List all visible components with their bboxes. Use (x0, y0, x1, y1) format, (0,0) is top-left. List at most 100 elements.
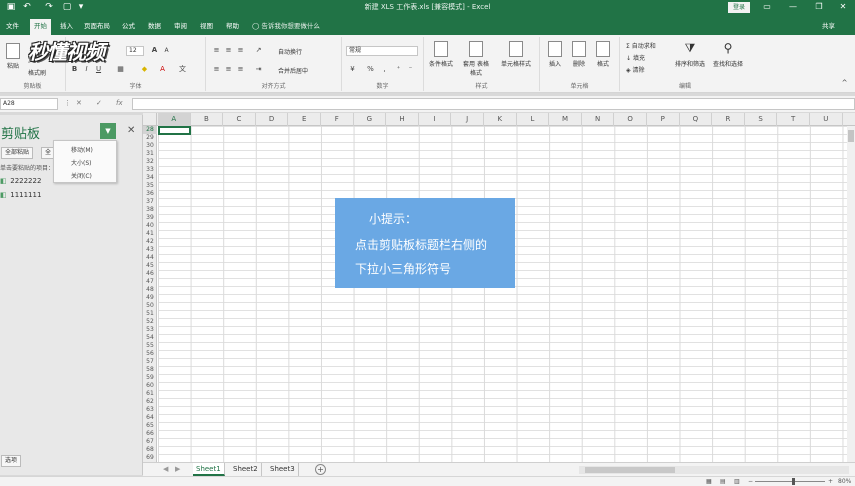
number-format-select[interactable]: 常规 (346, 46, 418, 56)
indent-icon[interactable]: ⇥ (254, 65, 263, 74)
align-top-icon[interactable]: ≡ (212, 46, 221, 55)
column-header[interactable]: E (288, 113, 321, 126)
clear-button[interactable]: ◈ 清除 (626, 65, 645, 74)
fill-button[interactable]: ↓ 填充 (626, 53, 645, 62)
row-header[interactable]: 47 (143, 278, 157, 286)
sheet-tab-3[interactable]: Sheet3 (267, 463, 299, 476)
currency-icon[interactable]: ¥ (348, 65, 357, 74)
shrink-font-icon[interactable]: A (162, 46, 171, 55)
zoom-in-icon[interactable]: + (828, 478, 833, 485)
tab-page-layout[interactable]: 页面布局 (80, 19, 114, 35)
row-header[interactable]: 41 (143, 230, 157, 238)
row-header[interactable]: 48 (143, 286, 157, 294)
merge-center-button[interactable]: 合并后居中 (278, 66, 308, 75)
menu-item-close[interactable]: 关闭(C) (71, 171, 92, 180)
vertical-scrollbar[interactable] (847, 126, 855, 462)
maximize-icon[interactable]: ❐ (812, 1, 826, 13)
cancel-icon[interactable]: ✕ (76, 99, 82, 107)
wrap-text-button[interactable]: 自动换行 (278, 47, 302, 56)
format-painter-button[interactable]: 格式刷 (28, 68, 46, 77)
page-layout-view-icon[interactable]: ▤ (720, 478, 726, 485)
add-sheet-icon[interactable]: + (315, 464, 326, 475)
clipboard-item[interactable]: ◧ 1111111 (0, 191, 41, 199)
row-header[interactable]: 62 (143, 398, 157, 406)
sheet-tab-1[interactable]: Sheet1 (193, 463, 225, 476)
row-header[interactable]: 30 (143, 142, 157, 150)
row-header[interactable]: 38 (143, 206, 157, 214)
decrease-decimal-icon[interactable]: ⁻ (406, 65, 415, 74)
row-header[interactable]: 29 (143, 134, 157, 142)
menu-item-size[interactable]: 大小(S) (71, 158, 92, 167)
row-header[interactable]: 44 (143, 254, 157, 262)
close-icon[interactable]: ✕ (836, 1, 850, 13)
minimize-icon[interactable]: — (786, 1, 800, 13)
clipboard-item[interactable]: ◧ 2222222 (0, 177, 41, 185)
column-header[interactable]: F (321, 113, 354, 126)
align-left-icon[interactable]: ≡ (212, 65, 221, 74)
row-header[interactable]: 49 (143, 294, 157, 302)
tab-insert[interactable]: 插入 (56, 19, 77, 35)
row-header[interactable]: 33 (143, 166, 157, 174)
sort-filter-button[interactable]: ⧩ 排序和筛选 (672, 41, 708, 68)
column-header[interactable]: Q (680, 113, 713, 126)
format-as-table-button[interactable]: 套用 表格格式 (462, 41, 490, 77)
underline-button[interactable]: U (94, 65, 103, 74)
row-header[interactable]: 40 (143, 222, 157, 230)
column-header[interactable]: O (614, 113, 647, 126)
select-all-corner[interactable] (143, 113, 157, 126)
tab-home[interactable]: 开始 (30, 19, 51, 35)
normal-view-icon[interactable]: ▦ (706, 478, 712, 485)
column-header[interactable]: P (647, 113, 680, 126)
row-header[interactable]: 50 (143, 302, 157, 310)
cell-styles-button[interactable]: 单元格样式 (498, 41, 534, 68)
zoom-level[interactable]: 80% (838, 478, 851, 485)
pane-close-icon[interactable]: ✕ (127, 125, 135, 136)
tab-data[interactable]: 数据 (144, 19, 165, 35)
column-header[interactable]: M (549, 113, 582, 126)
row-header[interactable]: 36 (143, 190, 157, 198)
pane-options-dropdown[interactable]: ▼ (100, 123, 116, 139)
row-header[interactable]: 37 (143, 198, 157, 206)
zoom-out-icon[interactable]: − (748, 478, 753, 485)
row-header[interactable]: 55 (143, 342, 157, 350)
column-header[interactable]: H (386, 113, 419, 126)
tab-file[interactable]: 文件 (2, 19, 23, 35)
paste-button[interactable]: 粘贴 (2, 43, 24, 70)
row-header[interactable]: 64 (143, 414, 157, 422)
horizontal-scrollbar[interactable] (579, 466, 849, 474)
row-header[interactable]: 69 (143, 454, 157, 462)
next-sheet-icon[interactable]: ▶ (175, 465, 180, 473)
row-header[interactable]: 56 (143, 350, 157, 358)
namebox-more-icon[interactable]: ⋮ (64, 99, 71, 107)
zoom-slider-knob[interactable] (792, 478, 795, 485)
paste-all-button[interactable]: 全部粘贴 (1, 147, 34, 159)
tab-formulas[interactable]: 公式 (118, 19, 139, 35)
column-header[interactable]: R (712, 113, 745, 126)
align-center-icon[interactable]: ≡ (224, 65, 233, 74)
row-header[interactable]: 42 (143, 238, 157, 246)
name-box[interactable]: A28 (0, 98, 58, 110)
share-button[interactable]: 共享 (822, 20, 835, 30)
row-header[interactable]: 39 (143, 214, 157, 222)
vertical-scroll-thumb[interactable] (848, 130, 854, 142)
font-size-select[interactable]: 12 (126, 46, 144, 56)
row-header[interactable]: 32 (143, 158, 157, 166)
row-header[interactable]: 68 (143, 446, 157, 454)
column-header[interactable]: K (484, 113, 517, 126)
insert-function-icon[interactable]: fx (116, 99, 123, 107)
collapse-ribbon-icon[interactable]: ^ (840, 79, 849, 88)
column-header[interactable]: J (451, 113, 484, 126)
formula-input[interactable] (132, 98, 855, 110)
row-header[interactable]: 51 (143, 310, 157, 318)
tab-review[interactable]: 审阅 (170, 19, 191, 35)
row-header[interactable]: 63 (143, 406, 157, 414)
ribbon-display-icon[interactable]: ▭ (760, 1, 774, 13)
sheet-tab-2[interactable]: Sheet2 (230, 463, 262, 476)
active-cell[interactable] (158, 126, 191, 135)
column-header[interactable]: B (191, 113, 224, 126)
orientation-icon[interactable]: ↗ (254, 46, 263, 55)
row-header[interactable]: 28 (143, 126, 157, 134)
insert-cells-button[interactable]: 插入 (544, 41, 566, 68)
fill-color-icon[interactable]: ◆ (140, 65, 149, 74)
format-cells-button[interactable]: 格式 (592, 41, 614, 68)
